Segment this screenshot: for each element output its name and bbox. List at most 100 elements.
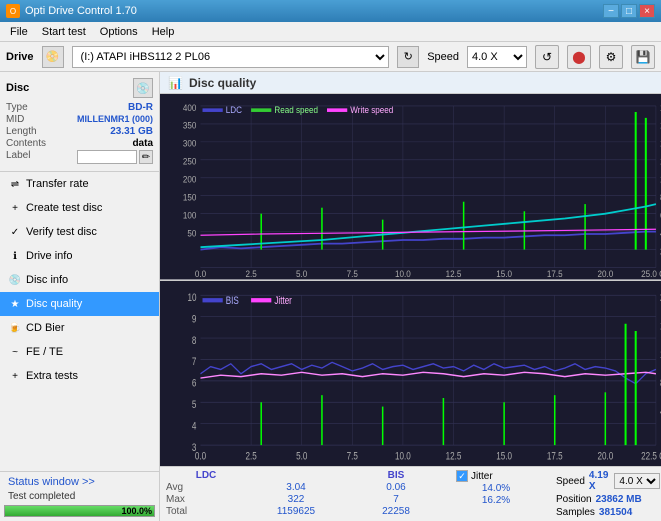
svg-text:5.0: 5.0 — [296, 450, 308, 463]
disc-length-value: 23.31 GB — [110, 126, 153, 137]
total-label: Total — [166, 506, 246, 517]
drive-refresh-icon[interactable]: ↻ — [397, 46, 419, 68]
menu-start-test[interactable]: Start test — [36, 25, 92, 39]
speed-target-select[interactable]: 4.0 X — [614, 473, 660, 489]
refresh-icon[interactable]: ↺ — [535, 45, 559, 69]
disc-quality-icon: ★ — [8, 297, 22, 311]
main-area: Disc 💿 Type BD-R MID MILLENMR1 (000) Len… — [0, 72, 661, 521]
sidebar-nav: ⇌ Transfer rate + Create test disc ✓ Ver… — [0, 172, 159, 471]
speed-select[interactable]: 4.0 X — [467, 46, 527, 68]
position-label: Position — [556, 494, 592, 505]
sidebar-item-extra-tests[interactable]: + Extra tests — [0, 364, 159, 388]
top-chart-svg: 400 350 300 250 200 150 100 50 18X 16X 1… — [160, 94, 661, 280]
disc-title: Disc — [6, 82, 29, 94]
app-icon: O — [6, 4, 20, 18]
maximize-button[interactable]: □ — [621, 4, 637, 18]
svg-text:LDC: LDC — [226, 105, 243, 116]
svg-text:20.0: 20.0 — [597, 450, 613, 463]
svg-text:250: 250 — [183, 156, 197, 167]
svg-text:7: 7 — [192, 355, 197, 368]
settings-icon[interactable]: ⚙ — [599, 45, 623, 69]
sidebar-item-label: Verify test disc — [26, 226, 97, 238]
ldc-avg-val: 3.04 — [256, 482, 336, 493]
svg-text:300: 300 — [183, 138, 197, 149]
disc-length-row: Length 23.31 GB — [6, 126, 153, 137]
drive-eject-icon[interactable]: 📀 — [42, 46, 64, 68]
svg-text:10.0: 10.0 — [395, 268, 411, 279]
svg-text:2.5: 2.5 — [245, 450, 257, 463]
menu-help[interactable]: Help — [146, 25, 181, 39]
sidebar-item-transfer-rate[interactable]: ⇌ Transfer rate — [0, 172, 159, 196]
sidebar-item-disc-quality[interactable]: ★ Disc quality — [0, 292, 159, 316]
max-label: Max — [166, 494, 246, 505]
sidebar-item-disc-info[interactable]: 💿 Disc info — [0, 268, 159, 292]
bis-total-val: 22258 — [356, 506, 436, 517]
svg-text:100: 100 — [183, 210, 197, 221]
svg-text:9: 9 — [192, 313, 197, 326]
top-chart: 400 350 300 250 200 150 100 50 18X 16X 1… — [160, 94, 661, 281]
bis-header: BIS — [356, 470, 436, 481]
chart-title-bar: 📊 Disc quality — [160, 72, 661, 94]
sidebar-item-label: Transfer rate — [26, 178, 89, 190]
save-icon[interactable]: 💾 — [631, 45, 655, 69]
svg-text:400: 400 — [183, 102, 197, 113]
disc-label-icon[interactable]: ✏ — [139, 150, 153, 164]
disc-mid-value: MILLENMR1 (000) — [77, 114, 153, 125]
sidebar-item-verify-test-disc[interactable]: ✓ Verify test disc — [0, 220, 159, 244]
disc-mid-row: MID MILLENMR1 (000) — [6, 114, 153, 125]
ldc-max-val: 322 — [256, 494, 336, 505]
svg-text:200: 200 — [183, 174, 197, 185]
ldc-total-val: 1159625 — [256, 506, 336, 517]
drive-select[interactable]: (I:) ATAPI iHBS112 2 PL06 — [72, 46, 390, 68]
svg-text:15.0: 15.0 — [496, 268, 512, 279]
svg-text:5: 5 — [192, 398, 197, 411]
ldc-values-col: 3.04 322 1159625 — [256, 470, 336, 517]
verify-icon: ✓ — [8, 225, 22, 239]
disc-action-icon[interactable]: 💿 — [133, 78, 153, 98]
svg-text:350: 350 — [183, 120, 197, 131]
sidebar-item-drive-info[interactable]: ℹ Drive info — [0, 244, 159, 268]
samples-val: 381504 — [599, 507, 632, 518]
sidebar-item-cd-bier[interactable]: 🍺 CD Bier — [0, 316, 159, 340]
sidebar-item-label: FE / TE — [26, 346, 63, 358]
svg-text:17.5: 17.5 — [547, 450, 563, 463]
svg-text:7.5: 7.5 — [347, 450, 359, 463]
svg-text:0.0: 0.0 — [195, 450, 207, 463]
jitter-checkbox[interactable]: ✓ — [456, 470, 468, 482]
speed-label: Speed — [427, 51, 459, 63]
avg-label: Avg — [166, 482, 246, 493]
status-text: Test completed — [0, 490, 159, 503]
jitter-col: ✓ Jitter 14.0% 16.2% — [456, 470, 536, 518]
minimize-button[interactable]: − — [603, 4, 619, 18]
title-bar: O Opti Drive Control 1.70 − □ × — [0, 0, 661, 22]
status-window-header[interactable]: Status window >> — [0, 474, 159, 490]
progress-bar-fill: 100.0% — [5, 506, 154, 516]
disc-header: Disc 💿 — [6, 78, 153, 98]
progress-label: 100.0% — [121, 506, 152, 516]
sidebar-item-create-test-disc[interactable]: + Create test disc — [0, 196, 159, 220]
jitter-header: Jitter — [471, 471, 493, 482]
samples-label: Samples — [556, 507, 595, 518]
svg-text:10: 10 — [187, 291, 196, 304]
bis-max-val: 7 — [356, 494, 436, 505]
menu-options[interactable]: Options — [94, 25, 144, 39]
svg-text:4: 4 — [192, 420, 197, 433]
stop-icon[interactable]: ⬤ — [567, 45, 591, 69]
close-button[interactable]: × — [639, 4, 655, 18]
bis-avg-val: 0.06 — [356, 482, 436, 493]
title-bar-left: O Opti Drive Control 1.70 — [6, 4, 137, 18]
stats-bar: LDC Avg Max Total 3.04 322 1159625 BIS 0… — [160, 466, 661, 521]
menu-file[interactable]: File — [4, 25, 34, 39]
bottom-chart: 10 9 8 7 6 5 4 3 20% 16% 12% 8% 4% 0.0 — [160, 281, 661, 467]
position-val: 23862 MB — [596, 494, 642, 505]
disc-contents-label: Contents — [6, 138, 46, 149]
drive-bar: Drive 📀 (I:) ATAPI iHBS112 2 PL06 ↻ Spee… — [0, 42, 661, 72]
bottom-chart-svg: 10 9 8 7 6 5 4 3 20% 16% 12% 8% 4% 0.0 — [160, 281, 661, 467]
sidebar-item-fe-te[interactable]: ~ FE / TE — [0, 340, 159, 364]
svg-text:BIS: BIS — [226, 294, 239, 307]
svg-text:25.0 GB: 25.0 GB — [641, 268, 661, 279]
jitter-max-val: 16.2% — [456, 495, 536, 506]
disc-label-label: Label — [6, 150, 30, 164]
disc-label-input[interactable] — [77, 150, 137, 164]
svg-text:Write speed: Write speed — [350, 105, 393, 116]
